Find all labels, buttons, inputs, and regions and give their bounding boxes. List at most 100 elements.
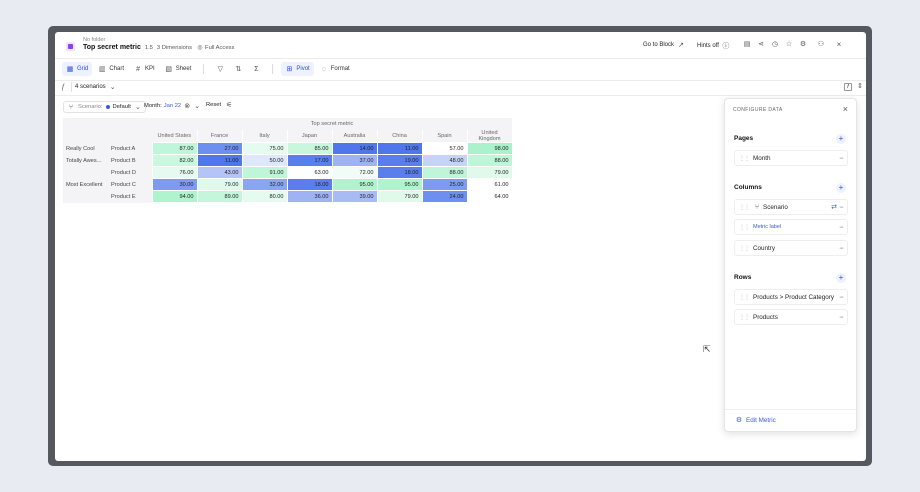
- row-item-product-category[interactable]: ⋮⋮ Products > Product Category ···: [734, 289, 848, 305]
- drag-handle-icon[interactable]: ⋮⋮: [739, 204, 750, 211]
- column-header[interactable]: Italy: [242, 130, 288, 143]
- add-row-button[interactable]: +: [836, 273, 846, 283]
- more-icon[interactable]: ···: [839, 204, 844, 211]
- format-button[interactable]: ◌ Format: [316, 62, 354, 76]
- reset-button[interactable]: Reset: [206, 102, 221, 108]
- user-permissions-icon[interactable]: ⚇: [817, 40, 825, 49]
- column-header[interactable]: Spain: [422, 130, 468, 143]
- pivot-swap-icon[interactable]: ⇄: [831, 203, 837, 211]
- row-group-label[interactable]: Really Cool: [63, 142, 108, 155]
- value-cell[interactable]: 36.00: [286, 190, 333, 203]
- row-group-label[interactable]: Most Excellent: [63, 178, 108, 191]
- value-cell[interactable]: 18.00: [286, 178, 333, 191]
- column-item-metric-label[interactable]: ⋮⋮ Metric label ···: [734, 219, 848, 235]
- chart-view-button[interactable]: ▥ Chart: [94, 62, 128, 76]
- column-item-country[interactable]: ⋮⋮ Country ···: [734, 240, 848, 256]
- close-icon[interactable]: ×: [835, 40, 843, 49]
- value-cell[interactable]: 25.00: [421, 178, 468, 191]
- more-icon[interactable]: ···: [839, 314, 844, 321]
- row-group-label[interactable]: [63, 166, 108, 179]
- value-cell[interactable]: 85.00: [286, 142, 333, 155]
- filter-button[interactable]: ▽: [212, 62, 228, 76]
- value-cell[interactable]: 61.00: [466, 178, 513, 191]
- value-cell[interactable]: 14.00: [331, 142, 378, 155]
- value-cell[interactable]: 91.00: [241, 166, 288, 179]
- value-cell[interactable]: 57.00: [421, 142, 468, 155]
- more-icon[interactable]: ···: [839, 155, 844, 162]
- value-cell[interactable]: 98.00: [466, 142, 513, 155]
- sliders-icon[interactable]: ⚟: [226, 101, 232, 109]
- column-header[interactable]: Australia: [332, 130, 378, 143]
- more-icon[interactable]: ···: [839, 245, 844, 252]
- column-item-scenario[interactable]: ⋮⋮ ⑂ Scenario ⇄ ···: [734, 199, 848, 215]
- value-cell[interactable]: 11.00: [196, 154, 243, 167]
- value-cell[interactable]: 95.00: [376, 178, 423, 191]
- value-cell[interactable]: 89.00: [196, 190, 243, 203]
- share-icon[interactable]: ⋖: [757, 40, 765, 49]
- value-cell[interactable]: 24.00: [421, 190, 468, 203]
- value-cell[interactable]: 76.00: [151, 166, 198, 179]
- value-cell[interactable]: 79.00: [466, 166, 513, 179]
- star-icon[interactable]: ☆: [785, 40, 793, 49]
- add-column-button[interactable]: +: [836, 183, 846, 193]
- value-cell[interactable]: 39.00: [331, 190, 378, 203]
- value-cell[interactable]: 94.00: [151, 190, 198, 203]
- page-title[interactable]: Top secret metric: [83, 44, 141, 51]
- value-cell[interactable]: 18.00: [376, 166, 423, 179]
- go-to-block-button[interactable]: Go to Block ↗: [643, 41, 685, 49]
- value-cell[interactable]: 95.00: [331, 178, 378, 191]
- value-cell[interactable]: 32.00: [241, 178, 288, 191]
- value-cell[interactable]: 87.00: [151, 142, 198, 155]
- sort-button[interactable]: ⇅: [230, 62, 246, 76]
- grid-view-button[interactable]: ▦ Grid: [62, 62, 93, 76]
- column-header[interactable]: France: [197, 130, 243, 143]
- page-item-month[interactable]: ⋮⋮ Month ···: [734, 150, 848, 166]
- value-cell[interactable]: 43.00: [196, 166, 243, 179]
- clear-circle-icon[interactable]: ⊗: [183, 102, 191, 110]
- value-cell[interactable]: 48.00: [421, 154, 468, 167]
- gear-icon[interactable]: ⚙: [799, 40, 807, 49]
- value-cell[interactable]: 17.00: [286, 154, 333, 167]
- row-product-label[interactable]: Product A: [108, 142, 152, 155]
- value-cell[interactable]: 27.00: [196, 142, 243, 155]
- panel-close-icon[interactable]: ×: [843, 104, 848, 114]
- value-cell[interactable]: 64.00: [466, 190, 513, 203]
- row-product-label[interactable]: Product C: [108, 178, 152, 191]
- row-group-label[interactable]: [63, 190, 108, 203]
- column-header[interactable]: United States: [152, 130, 198, 143]
- drag-handle-icon[interactable]: ⋮⋮: [739, 245, 750, 252]
- row-product-label[interactable]: Product B: [108, 154, 152, 167]
- value-cell[interactable]: 75.00: [241, 142, 288, 155]
- history-icon[interactable]: ◷: [771, 40, 779, 49]
- formula-expand-icon[interactable]: f: [844, 83, 852, 91]
- more-icon[interactable]: ···: [839, 294, 844, 301]
- sheet-view-button[interactable]: ▧ Sheet: [161, 62, 196, 76]
- value-cell[interactable]: 88.00: [466, 154, 513, 167]
- value-cell[interactable]: 30.00: [151, 178, 198, 191]
- row-product-label[interactable]: Product D: [108, 166, 152, 179]
- row-item-products[interactable]: ⋮⋮ Products ···: [734, 309, 848, 325]
- pivot-button[interactable]: ⊞ Pivot: [281, 62, 314, 76]
- value-cell[interactable]: 11.00: [376, 142, 423, 155]
- add-page-button[interactable]: +: [836, 134, 846, 144]
- document-icon[interactable]: ▤: [743, 40, 751, 49]
- value-cell[interactable]: 88.00: [421, 166, 468, 179]
- column-header[interactable]: United Kingdom: [467, 130, 513, 143]
- folder-label[interactable]: No folder: [83, 37, 105, 43]
- column-header[interactable]: China: [377, 130, 423, 143]
- value-cell[interactable]: 79.00: [196, 178, 243, 191]
- dimensions-link[interactable]: 3 Dimensions: [157, 45, 192, 51]
- kpi-view-button[interactable]: # KPI: [130, 62, 159, 76]
- edit-metric-button[interactable]: ⚙ Edit Metric: [735, 416, 776, 425]
- resize-icon[interactable]: ⇕: [857, 82, 863, 90]
- drag-handle-icon[interactable]: ⋮⋮: [739, 155, 750, 162]
- more-icon[interactable]: ···: [839, 224, 844, 231]
- value-cell[interactable]: 37.00: [331, 154, 378, 167]
- sum-button[interactable]: Σ: [248, 62, 264, 76]
- column-header[interactable]: Japan: [287, 130, 333, 143]
- drag-handle-icon[interactable]: ⋮⋮: [739, 314, 750, 321]
- row-group-label[interactable]: Totally Awes...: [63, 154, 108, 167]
- value-cell[interactable]: 50.00: [241, 154, 288, 167]
- month-filter[interactable]: Month: Jan 22 ⊗ ⌄: [144, 102, 201, 110]
- value-cell[interactable]: 72.00: [331, 166, 378, 179]
